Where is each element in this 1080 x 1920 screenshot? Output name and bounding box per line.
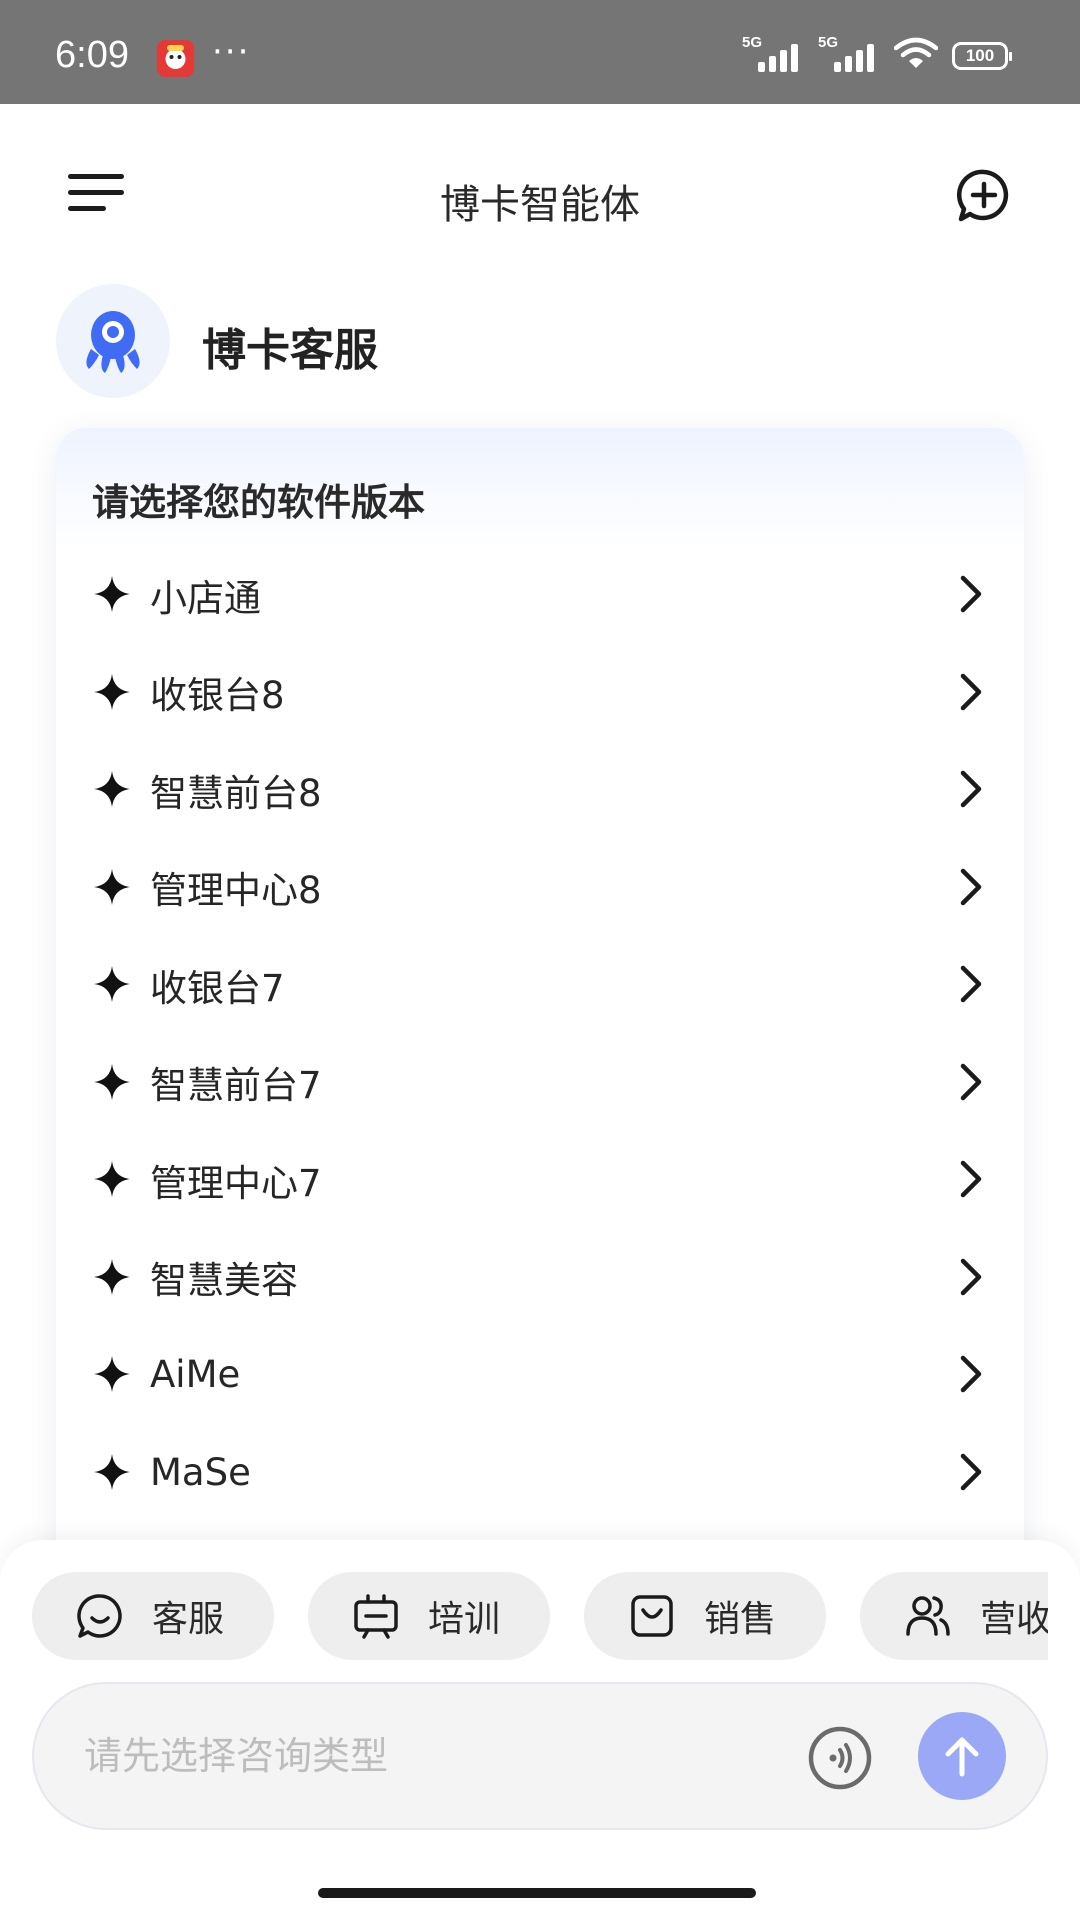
version-option[interactable]: 管理中心7 [56, 1131, 1024, 1229]
version-option[interactable]: 收银台7 [56, 936, 1024, 1034]
version-option[interactable]: 智慧美容 [56, 1229, 1024, 1327]
version-option-label: 智慧前台8 [150, 771, 322, 815]
chip-training[interactable]: 培训 [308, 1572, 550, 1660]
version-option-label: 智慧前台7 [150, 1064, 322, 1108]
sparkle-icon [94, 1161, 130, 1197]
users-icon [906, 1596, 950, 1636]
sparkle-icon [94, 771, 130, 807]
battery-icon: 100 [952, 42, 1012, 70]
chevron-right-icon [960, 868, 982, 905]
version-option-label: 智慧美容 [150, 1259, 298, 1303]
home-indicator[interactable] [318, 1888, 756, 1898]
sparkle-icon [94, 1063, 130, 1100]
status-icons: 5G 5G 100 [742, 34, 1012, 76]
chevron-right-icon [960, 965, 982, 1003]
agent-name: 博卡客服 [202, 325, 378, 376]
signal-icon-2: 5G [818, 34, 880, 76]
status-bar: 6:09 ··· 5G 5G 100 [0, 0, 1080, 104]
voice-icon [808, 1726, 872, 1790]
chip-sales[interactable]: 销售 [584, 1572, 826, 1660]
category-chips: 客服 培训 销售 营收 [32, 1572, 1048, 1660]
sparkle-icon [94, 966, 130, 1002]
arrow-up-icon [945, 1737, 979, 1777]
version-option[interactable]: AiMe [56, 1326, 1024, 1424]
agent-avatar [56, 284, 170, 398]
version-option[interactable]: 收银台8 [56, 644, 1024, 742]
voice-input-button[interactable] [806, 1724, 874, 1792]
chevron-right-icon [960, 1355, 982, 1393]
sparkle-icon [94, 1453, 130, 1490]
card-title: 请选择您的软件版本 [56, 428, 1024, 548]
wifi-icon [893, 36, 939, 76]
version-option-list: 小店通 收银台8 智慧前台8 管理中心8 收银台7 智慧前台7 管理中心7 智慧… [56, 546, 1024, 1521]
app-header: 博卡智能体 [0, 104, 1080, 284]
sparkle-icon [94, 868, 130, 905]
version-option-label: 管理中心8 [150, 869, 322, 913]
sparkle-icon [94, 576, 130, 612]
chevron-right-icon [960, 1160, 982, 1198]
sparkle-icon [94, 1356, 130, 1392]
version-option[interactable]: 小店通 [56, 546, 1024, 644]
status-time: 6:09 [55, 34, 129, 76]
version-option-label: AiMe [150, 1353, 241, 1397]
version-option-label: 收银台7 [150, 966, 285, 1010]
composer-panel: 客服 培训 销售 营收 请先选择咨询类型 [0, 1540, 1080, 1920]
chevron-right-icon [960, 575, 982, 613]
version-option-label: 管理中心7 [150, 1161, 322, 1205]
message-input-bar [32, 1682, 1048, 1830]
version-option[interactable]: 智慧前台8 [56, 741, 1024, 839]
chevron-right-icon [960, 770, 982, 808]
version-option[interactable]: 管理中心8 [56, 839, 1024, 937]
send-button[interactable] [918, 1712, 1006, 1800]
version-option[interactable]: 智慧前台7 [56, 1034, 1024, 1132]
chevron-right-icon [960, 673, 982, 710]
version-option-label: 小店通 [150, 576, 261, 620]
training-board-icon [354, 1594, 398, 1639]
chip-label: 客服 [152, 1599, 225, 1640]
battery-level: 100 [965, 46, 995, 65]
page-title: 博卡智能体 [440, 182, 640, 228]
sparkle-icon [94, 1258, 130, 1295]
chevron-right-icon [960, 1063, 982, 1100]
chevron-right-icon [960, 1258, 982, 1295]
chip-revenue[interactable]: 营收 [860, 1572, 1048, 1660]
chip-label: 营收 [980, 1599, 1048, 1640]
version-option-label: MaSe [150, 1450, 251, 1494]
notification-app-icon [157, 40, 194, 77]
chip-customer-service[interactable]: 客服 [32, 1572, 274, 1660]
chevron-right-icon [960, 1453, 982, 1490]
more-notifications-icon: ··· [212, 32, 251, 72]
chat-smile-icon [77, 1594, 122, 1638]
chip-label: 销售 [704, 1599, 777, 1640]
version-select-card: 请选择您的软件版本 小店通 收银台8 智慧前台8 管理中心8 收银台7 智慧前台… [56, 428, 1024, 1588]
new-chat-icon[interactable] [956, 168, 1012, 224]
message-input[interactable] [82, 1724, 782, 1788]
sparkle-icon [94, 673, 130, 710]
version-option-label: 收银台8 [150, 674, 285, 718]
shopping-bag-icon [631, 1595, 673, 1637]
signal-icon-1: 5G [742, 34, 804, 76]
version-option[interactable]: MaSe [56, 1424, 1024, 1522]
octopus-logo-icon [86, 311, 140, 373]
chip-label: 培训 [428, 1599, 501, 1640]
